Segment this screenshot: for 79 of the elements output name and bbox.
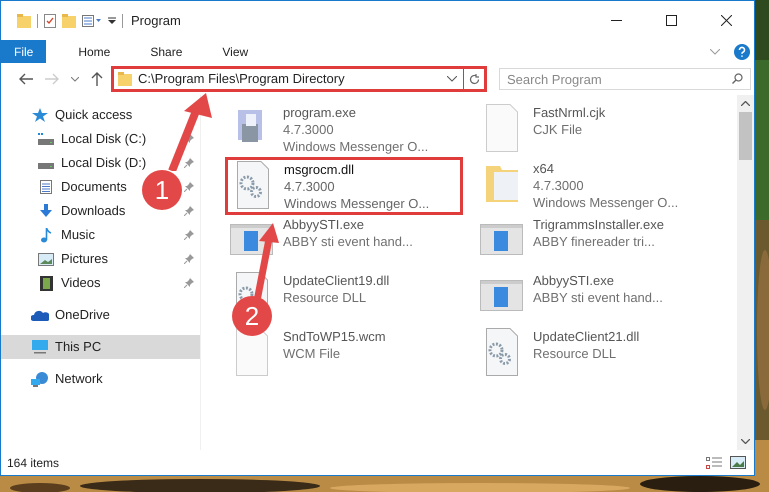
chevron-down-icon bbox=[741, 439, 750, 444]
scrollbar[interactable] bbox=[737, 95, 754, 450]
film-icon bbox=[37, 276, 55, 290]
details-view-icon[interactable] bbox=[706, 456, 722, 470]
pin-icon[interactable] bbox=[184, 230, 194, 240]
pin-icon[interactable] bbox=[184, 158, 194, 168]
cloud-icon bbox=[31, 310, 49, 320]
sidebar-item[interactable]: Videos bbox=[37, 273, 101, 293]
minimize-icon bbox=[611, 20, 622, 21]
properties-icon[interactable] bbox=[82, 14, 102, 26]
ribbon-tab[interactable]: File bbox=[1, 40, 46, 63]
file-name[interactable]: msgrocm.dll bbox=[284, 161, 430, 178]
item-count: 164 items bbox=[7, 454, 60, 472]
file-name[interactable]: UpdateClient19.dll bbox=[283, 272, 390, 289]
file-detail: Resource DLL bbox=[533, 345, 618, 362]
file-detail: ABBY sti event hand... bbox=[533, 289, 663, 306]
pin-icon[interactable] bbox=[184, 254, 194, 264]
sidebar-item[interactable]: Downloads bbox=[37, 201, 126, 221]
file-detail: Windows Messenger O... bbox=[533, 194, 678, 211]
sidebar-item[interactable]: Quick access bbox=[31, 105, 132, 125]
pin-icon[interactable] bbox=[184, 182, 194, 192]
pin-icon[interactable] bbox=[184, 278, 194, 288]
file-detail: 4.7.3000 bbox=[284, 178, 336, 195]
sidebar-item[interactable]: Local Disk (C:) bbox=[37, 129, 146, 149]
chevron-down-icon[interactable] bbox=[447, 76, 457, 82]
file-name[interactable]: program.exe bbox=[283, 104, 428, 121]
star-icon bbox=[31, 108, 49, 122]
picture-icon bbox=[37, 252, 55, 266]
sidebar-item[interactable]: Local Disk (D:) bbox=[37, 153, 146, 173]
dropdown-icon[interactable] bbox=[108, 16, 116, 24]
close-icon bbox=[721, 15, 732, 26]
chevron-down-icon[interactable] bbox=[71, 76, 79, 82]
checklist-icon[interactable] bbox=[44, 14, 56, 28]
file-detail: Windows Messenger O... bbox=[283, 138, 428, 155]
file-detail: 4.7.3000 bbox=[283, 121, 335, 138]
ribbon-tab[interactable]: View bbox=[214, 40, 256, 63]
file-name[interactable]: UpdateClient21.dll bbox=[533, 328, 640, 345]
large-icons-view-icon[interactable] bbox=[730, 456, 746, 469]
file-detail: Windows Messenger O... bbox=[284, 195, 430, 212]
sidebar-item[interactable]: Network bbox=[31, 369, 103, 389]
file-detail: ABBY sti event hand... bbox=[283, 233, 413, 250]
file-detail: WCM File bbox=[283, 345, 342, 362]
sidebar-item[interactable]: This PC bbox=[31, 337, 102, 357]
search-field[interactable]: Search Program bbox=[499, 68, 751, 90]
file-detail: CJK File bbox=[533, 121, 584, 138]
search-icon bbox=[732, 73, 743, 84]
chevron-up-icon bbox=[741, 101, 750, 106]
sidebar-item[interactable]: Documents bbox=[37, 177, 127, 197]
ribbon-tab[interactable]: Home bbox=[70, 40, 118, 63]
file-detail: ABBY finereader tri... bbox=[533, 233, 656, 250]
help-icon[interactable] bbox=[734, 44, 750, 60]
ribbon-tab[interactable]: Share bbox=[142, 40, 190, 63]
file-name[interactable]: TrigrammsInstaller.exe bbox=[533, 216, 664, 233]
download-arrow-icon bbox=[37, 204, 55, 218]
document-icon bbox=[37, 180, 55, 194]
back-arrow-icon[interactable] bbox=[19, 73, 33, 85]
folder-icon bbox=[118, 72, 132, 86]
window-title: Program bbox=[131, 12, 181, 30]
file-detail: 4.7.3000 bbox=[533, 177, 585, 194]
drive-icon bbox=[37, 133, 55, 145]
monitor-icon bbox=[31, 340, 49, 354]
maximize-icon bbox=[666, 15, 677, 26]
up-arrow-icon[interactable] bbox=[91, 72, 103, 86]
network-icon bbox=[31, 372, 49, 386]
file-name[interactable]: AbbyySTI.exe bbox=[533, 272, 663, 289]
file-name[interactable]: x64 bbox=[533, 160, 678, 177]
scrollbar-thumb[interactable] bbox=[739, 112, 752, 160]
sidebar-item[interactable]: OneDrive bbox=[31, 305, 110, 325]
sidebar-item[interactable]: Pictures bbox=[37, 249, 108, 269]
pin-icon[interactable] bbox=[184, 206, 194, 216]
file-detail: Resource DLL bbox=[283, 289, 368, 306]
file-name[interactable]: SndToWP15.wcm bbox=[283, 328, 386, 345]
refresh-icon bbox=[468, 74, 480, 84]
file-name[interactable]: FastNrml.cjk bbox=[533, 104, 606, 121]
sidebar-item[interactable]: Music bbox=[37, 225, 95, 245]
address-path: C:\Program Files\Program Directory bbox=[138, 70, 345, 88]
address-bar[interactable]: C:\Program Files\Program Directory bbox=[114, 69, 464, 89]
chevron-down-icon bbox=[710, 48, 720, 54]
file-name[interactable]: AbbyySTI.exe bbox=[283, 216, 413, 233]
